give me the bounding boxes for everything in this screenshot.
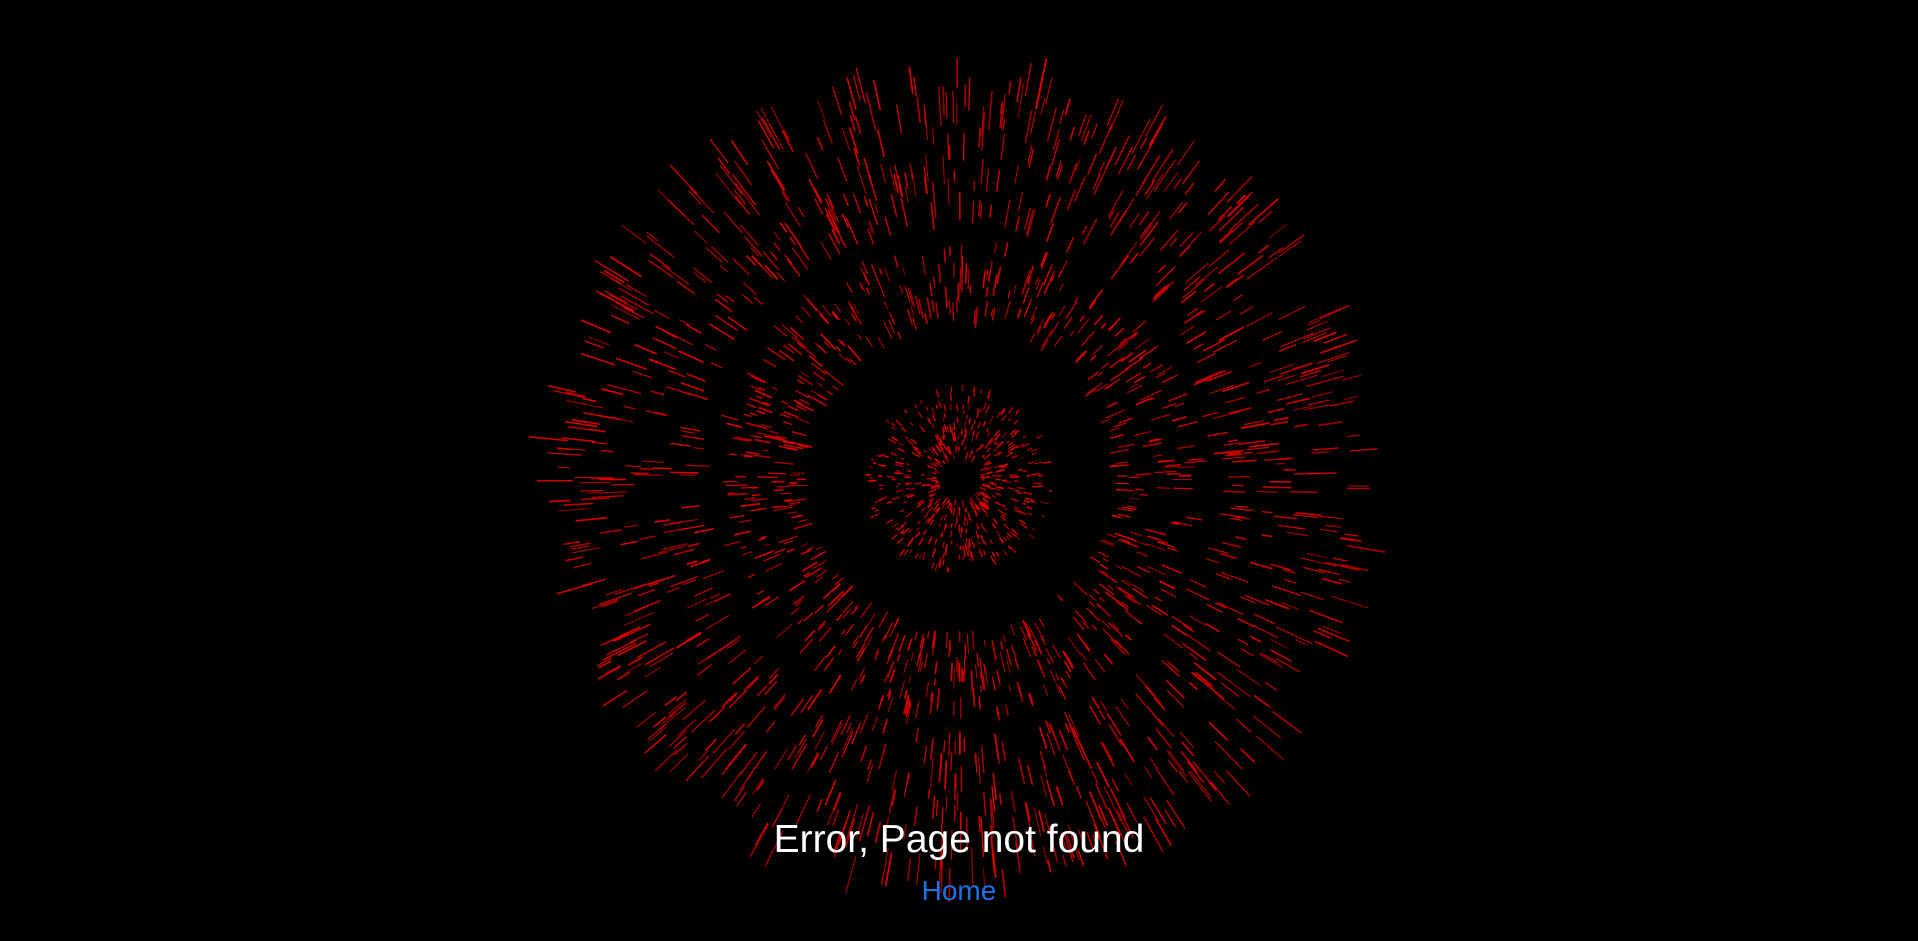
particle-burst-animation [528, 57, 1386, 902]
error-message: Error, Page not found [773, 818, 1145, 861]
home-link-container: Home [0, 872, 1918, 910]
error-page: Error, Page not found Home [0, 0, 1918, 941]
home-link[interactable]: Home [922, 875, 997, 906]
